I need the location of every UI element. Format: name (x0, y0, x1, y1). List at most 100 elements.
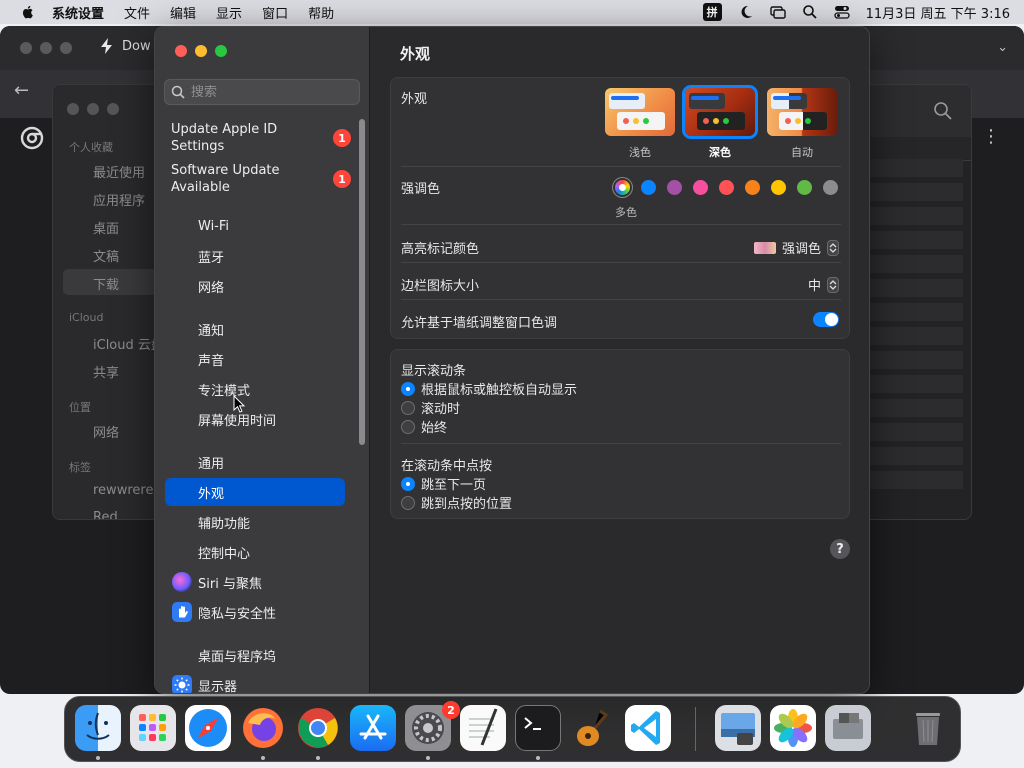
finder-item-applications[interactable]: 应用程序 (93, 190, 145, 209)
finder-tag-item[interactable]: Red (93, 510, 118, 519)
menu-view[interactable]: 显示 (216, 3, 242, 22)
dock-firefox-icon[interactable] (240, 705, 286, 751)
finder-item-desktop[interactable]: 桌面 (93, 218, 119, 237)
sidebar-item-network[interactable]: 网络 (165, 272, 345, 300)
accent-red-swatch[interactable] (719, 180, 734, 195)
finder-item-downloads[interactable]: 下载 (93, 274, 119, 293)
moon-icon[interactable] (738, 4, 754, 20)
dock-terminal-icon[interactable] (515, 705, 561, 751)
dock-app-store-icon[interactable] (350, 705, 396, 751)
sidebar-search[interactable] (164, 79, 360, 105)
sidebar-item-desktop-dock[interactable]: 桌面与程序坞 (165, 641, 345, 669)
sidebar-item-label: Siri 与聚焦 (198, 576, 262, 592)
sidebar-item-focus[interactable]: 专注模式 (165, 375, 345, 403)
scrollbar-option-scrolling[interactable]: 滚动时 (401, 398, 460, 417)
click-option-jump-to-spot[interactable]: 跳到点按的位置 (401, 493, 512, 512)
accent-orange-swatch[interactable] (745, 180, 760, 195)
scrollbar-option-always[interactable]: 始终 (401, 417, 447, 436)
spotlight-search-icon[interactable] (802, 4, 818, 20)
accent-purple-swatch[interactable] (667, 180, 682, 195)
sidebar-item-control-center[interactable]: 控制中心 (165, 538, 345, 566)
highlight-color-popup[interactable]: 强调色 (753, 238, 839, 257)
screen-mirroring-icon[interactable] (769, 4, 786, 20)
dock-textedit-icon[interactable] (460, 705, 506, 751)
finder-item-shared[interactable]: 共享 (93, 362, 119, 381)
sidebar-item-privacy-security[interactable]: 隐私与安全性 (165, 598, 345, 626)
menu-app-name[interactable]: 系统设置 (52, 3, 104, 22)
dock-launchpad-icon[interactable] (130, 705, 176, 751)
dock-finder-icon[interactable] (75, 705, 121, 751)
radio-button[interactable] (401, 476, 415, 491)
sidebar-item-wifi[interactable]: Wi-Fi (165, 212, 345, 240)
divider (401, 224, 841, 225)
notification-badge: 1 (333, 170, 351, 188)
control-center-icon[interactable] (833, 4, 850, 20)
theme-dark-option[interactable]: 深色 (682, 85, 758, 160)
menu-file[interactable]: 文件 (124, 3, 150, 22)
sidebar-item-appearance[interactable]: 外观 (165, 478, 345, 506)
accent-pink-swatch[interactable] (693, 180, 708, 195)
sidebar-item-notifications[interactable]: 通知 (165, 315, 345, 343)
running-indicator (261, 756, 265, 760)
accent-multicolor-swatch[interactable] (615, 180, 630, 195)
finder-tag-item[interactable]: rewwrere (93, 483, 153, 498)
dock-trash-icon[interactable] (905, 705, 951, 751)
search-icon (171, 85, 185, 99)
search-input[interactable] (191, 84, 351, 100)
theme-light-option[interactable]: 浅色 (605, 88, 675, 160)
input-method-badge[interactable]: 拼 (702, 3, 722, 21)
sidebar-item-general[interactable]: 通用 (165, 448, 345, 476)
more-options-icon[interactable]: ⋮ (982, 126, 1000, 147)
finder-item-recents[interactable]: 最近使用 (93, 162, 145, 181)
sidebar-item-siri-spotlight[interactable]: Siri 与聚焦 (165, 568, 345, 596)
menu-help[interactable]: 帮助 (308, 3, 334, 22)
radio-button[interactable] (401, 400, 415, 415)
back-arrow-icon[interactable]: ← (14, 80, 29, 101)
dock-garageband-icon[interactable] (570, 705, 616, 751)
sidebar-item-displays[interactable]: 显示器 (165, 671, 345, 693)
sidebar-item-bluetooth[interactable]: 蓝牙 (165, 242, 345, 270)
radio-button[interactable] (401, 381, 415, 396)
sidebar-icon-size-popup[interactable]: 中 (808, 275, 839, 294)
menu-edit[interactable]: 编辑 (170, 3, 196, 22)
accent-graphite-swatch[interactable] (823, 180, 838, 195)
radio-button[interactable] (401, 419, 415, 434)
sidebar-item-software-update[interactable]: Software Update Available 1 (171, 162, 351, 196)
radio-button[interactable] (401, 495, 415, 510)
click-option-next-page[interactable]: 跳至下一页 (401, 474, 486, 493)
sidebar-item-label: 外观 (198, 486, 225, 502)
apple-menu-icon[interactable] (20, 4, 36, 20)
dock-vscode-icon[interactable] (625, 705, 671, 751)
dock-preview-icon[interactable] (715, 705, 761, 751)
sidebar-item-update-apple-id[interactable]: Update Apple ID Settings 1 (171, 121, 351, 155)
finder-item-documents[interactable]: 文稿 (93, 246, 119, 265)
browser-window-controls[interactable] (20, 42, 80, 54)
help-button[interactable]: ? (830, 539, 850, 559)
finder-item-network[interactable]: 网络 (93, 422, 119, 441)
highlight-color-value: 强调色 (781, 242, 821, 257)
sidebar-item-sound[interactable]: 声音 (165, 345, 345, 373)
dock-bootcamp-icon[interactable] (825, 705, 871, 751)
minimize-button[interactable] (195, 45, 207, 57)
menu-window[interactable]: 窗口 (262, 3, 288, 22)
sidebar-item-accessibility[interactable]: 辅助功能 (165, 508, 345, 536)
scrollbar-option-auto[interactable]: 根据鼠标或触控板自动显示 (401, 379, 577, 398)
dock-photos-icon[interactable] (770, 705, 816, 751)
theme-auto-option[interactable]: 自动 (767, 88, 837, 160)
finder-window-controls[interactable] (67, 103, 127, 115)
sidebar-scrollbar[interactable] (359, 119, 365, 445)
accent-blue-swatch[interactable] (641, 180, 656, 195)
menu-clock[interactable]: 11月3日 周五 下午 3:16 (866, 3, 1010, 22)
dock-chrome-icon[interactable] (295, 705, 341, 751)
zoom-button[interactable] (215, 45, 227, 57)
search-icon[interactable] (933, 101, 953, 121)
accent-yellow-swatch[interactable] (771, 180, 786, 195)
dock-safari-icon[interactable] (185, 705, 231, 751)
close-button[interactable] (175, 45, 187, 57)
wallpaper-tint-toggle[interactable] (813, 312, 839, 327)
updown-chevron-icon (827, 276, 839, 293)
browser-tab[interactable]: Dow (100, 38, 151, 54)
sidebar-item-screen-time[interactable]: 屏幕使用时间 (165, 405, 345, 433)
chevron-down-icon[interactable]: ⌄ (997, 40, 1008, 55)
accent-green-swatch[interactable] (797, 180, 812, 195)
